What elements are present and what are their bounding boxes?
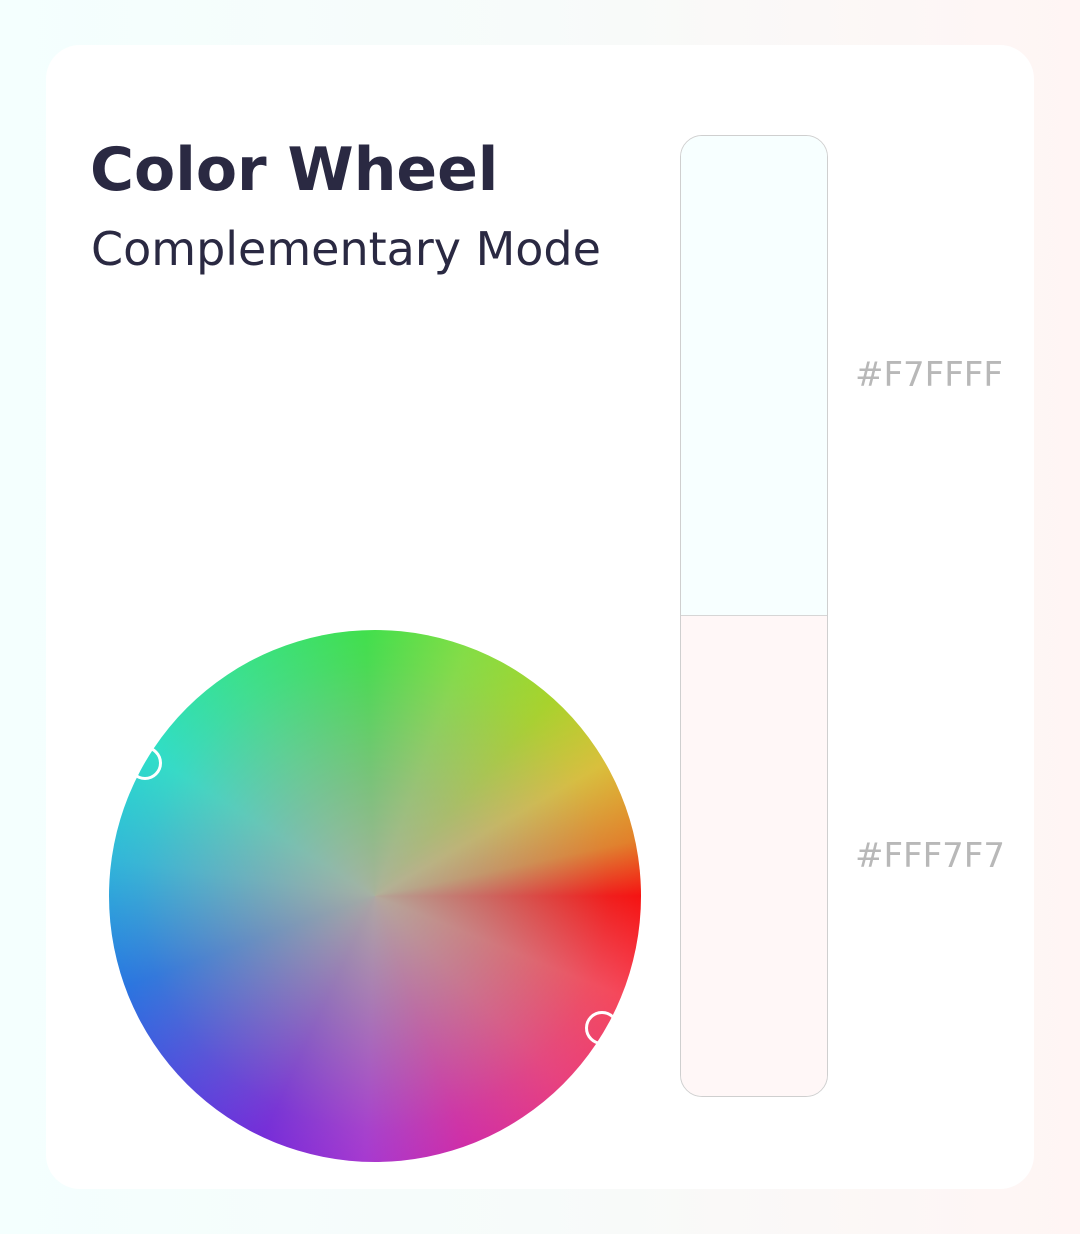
complement-color-handle[interactable] bbox=[585, 1011, 619, 1045]
primary-hex-label[interactable]: #F7FFFF bbox=[855, 358, 1003, 392]
swatch-column bbox=[680, 135, 828, 1097]
primary-color-swatch[interactable] bbox=[681, 136, 827, 616]
color-wheel-saturation-overlay bbox=[109, 630, 641, 1162]
complement-color-swatch[interactable] bbox=[681, 616, 827, 1096]
primary-color-handle[interactable] bbox=[128, 746, 162, 780]
complement-hex-label[interactable]: #FFF7F7 bbox=[855, 839, 1005, 873]
color-wheel[interactable] bbox=[109, 630, 641, 1162]
mode-subtitle: Complementary Mode bbox=[91, 222, 601, 276]
page-title: Color Wheel bbox=[90, 135, 499, 205]
